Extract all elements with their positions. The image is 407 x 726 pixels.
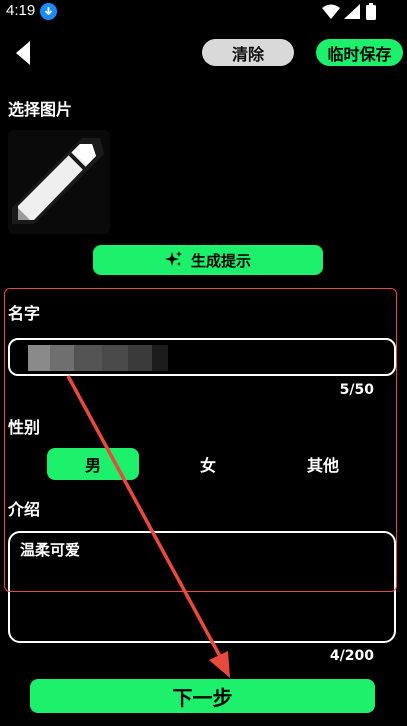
generate-prompt-button[interactable]: 生成提示: [93, 245, 323, 275]
status-bar: 4:19: [0, 0, 407, 24]
status-time: 4:19: [6, 2, 36, 19]
name-section-label: 名字: [8, 304, 41, 323]
sparkle-icon: [164, 251, 182, 266]
image-section-label: 选择图片: [8, 100, 73, 119]
intro-section-label: 介绍: [8, 500, 41, 519]
back-button[interactable]: [10, 38, 36, 68]
name-char-counter: 5/50: [339, 382, 374, 398]
battery-icon: [366, 3, 376, 20]
wifi-icon: [322, 4, 340, 19]
clear-button[interactable]: 清除: [202, 39, 294, 66]
back-arrow-icon: [16, 41, 30, 65]
signal-icon: [344, 4, 360, 19]
gender-option-male[interactable]: 男: [47, 448, 139, 480]
name-value-redacted: [28, 345, 168, 371]
image-picker[interactable]: [8, 130, 110, 234]
gender-option-other[interactable]: 其他: [277, 448, 369, 480]
intro-value: 温柔可爱: [20, 541, 81, 559]
pencil-icon: [12, 138, 104, 224]
save-draft-button[interactable]: 临时保存: [316, 39, 403, 66]
generate-prompt-label: 生成提示: [190, 251, 251, 270]
intro-char-counter: 4/200: [329, 648, 374, 664]
intro-textarea[interactable]: 温柔可爱: [8, 531, 396, 643]
gender-section-label: 性别: [8, 418, 41, 437]
next-step-button[interactable]: 下一步: [30, 679, 375, 713]
name-input[interactable]: [8, 338, 396, 376]
gender-option-female[interactable]: 女: [162, 448, 254, 480]
download-icon: [40, 3, 57, 20]
